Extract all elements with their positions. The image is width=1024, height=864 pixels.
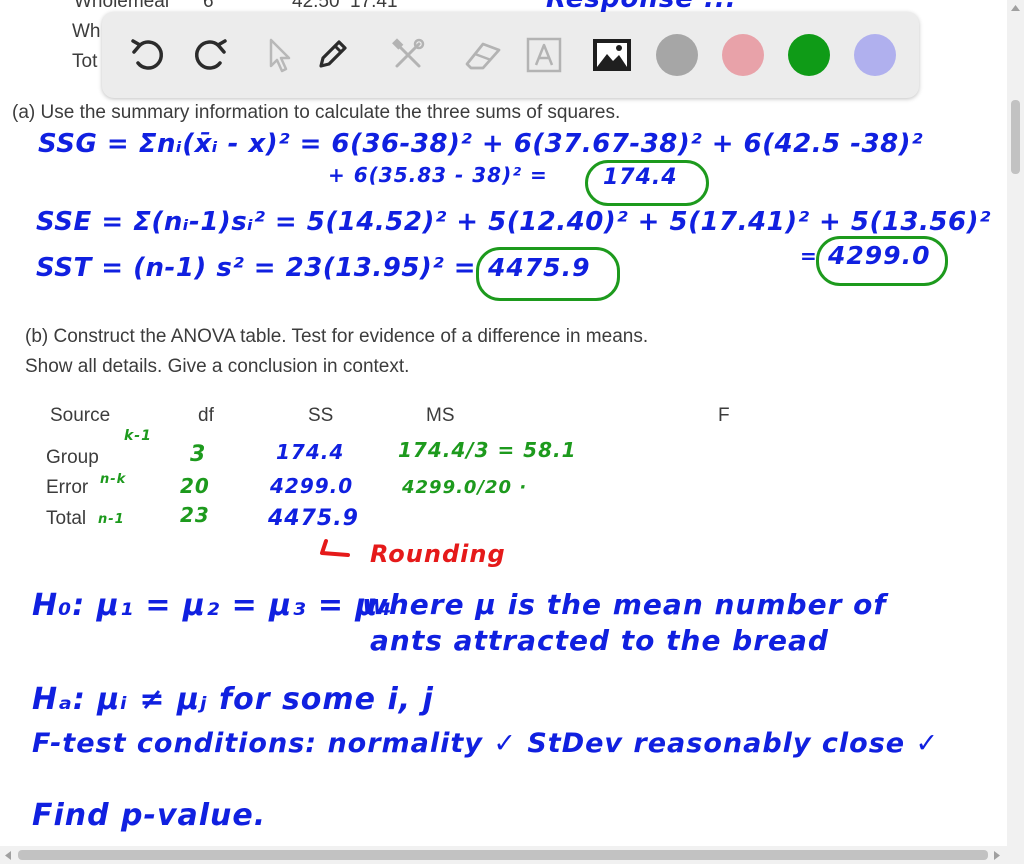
eraser-tool-button[interactable] — [460, 33, 504, 77]
redo-button[interactable] — [188, 33, 232, 77]
sse-result: 4299.0 — [828, 241, 931, 270]
drawing-toolbar — [102, 12, 919, 98]
anova-header-ss: SS — [308, 405, 334, 426]
null-hypothesis: H₀: μ₁ = μ₂ = μ₃ = μ₄ — [32, 588, 393, 623]
f-test-conditions: F-test conditions: normality ✓ StDev rea… — [32, 728, 940, 759]
anova-header-df: df — [198, 405, 214, 426]
anova-row-error-ss: 4299.0 — [270, 474, 354, 498]
pen-tool-button[interactable] — [310, 33, 354, 77]
anova-header-source: Source — [50, 405, 111, 426]
anova-header-ms: MS — [426, 405, 455, 426]
anova-row-total-ss: 4475.9 — [268, 506, 359, 531]
whiteboard-canvas[interactable]: Wholemeal 6 42.50 17.41 Wh Tot Response … — [0, 0, 1007, 846]
anova-row-group-source: Group — [46, 447, 99, 468]
anova-row-error-ms: 4299.0/20 · — [402, 477, 528, 498]
anova-row-group-ms: 174.4/3 = 58.1 — [398, 438, 577, 462]
ssg-line-1: SSG = Σnᵢ(x̄ᵢ - x)² = 6(36-38)² + 6(37.6… — [38, 129, 923, 159]
find-p-value: Find p-value. — [32, 798, 267, 833]
anova-row-total-df: 23 — [180, 503, 210, 527]
anova-row-error-df-note: n-k — [100, 472, 127, 487]
undo-button[interactable] — [126, 33, 170, 77]
anova-row-group-ss: 174.4 — [276, 440, 345, 464]
sst-result: 4475.9 — [488, 253, 591, 282]
scroll-right-arrow-icon[interactable] — [993, 850, 1002, 861]
ssg-result: 174.4 — [603, 165, 678, 190]
null-hypothesis-context-1: where μ is the mean number of — [362, 588, 887, 621]
top-table-row2-label: Wh — [72, 21, 101, 42]
part-b-prompt-line-2: Show all details. Give a conclusion in c… — [25, 356, 410, 377]
vertical-scrollbar[interactable] — [1007, 0, 1024, 846]
anova-row-group-df-note: k-1 — [124, 428, 152, 444]
sse-line: SSE = Σ(nᵢ-1)sᵢ² = 5(14.52)² + 5(12.40)²… — [36, 207, 991, 237]
anova-header-f: F — [718, 405, 730, 426]
tools-icon — [392, 38, 425, 68]
anova-row-error-source: Error — [46, 477, 89, 498]
image-tool-button[interactable] — [590, 33, 634, 77]
image-icon — [593, 39, 631, 71]
text-icon — [526, 37, 562, 73]
pointer-icon — [269, 38, 291, 73]
ssg-line-2: + 6(35.83 - 38)² = — [328, 163, 548, 187]
sst-line: SST = (n-1) s² = 23(13.95)² = — [36, 253, 477, 283]
tools-button[interactable] — [386, 33, 430, 77]
color-swatch-lavender[interactable] — [854, 34, 896, 76]
anova-row-error-df: 20 — [180, 474, 210, 498]
redo-icon — [194, 39, 227, 70]
anova-row-total-df-note: n-1 — [98, 512, 125, 527]
rounding-note: Rounding — [370, 540, 506, 568]
scroll-left-arrow-icon[interactable] — [3, 850, 12, 861]
pen-icon — [319, 40, 347, 68]
sse-prefix: = — [800, 244, 818, 268]
top-table-row3-label: Tot — [72, 51, 98, 72]
null-hypothesis-context-2: ants attracted to the bread — [370, 624, 829, 657]
text-tool-button[interactable] — [522, 33, 566, 77]
scroll-up-arrow-icon[interactable] — [1010, 3, 1021, 12]
color-swatch-gray[interactable] — [656, 34, 698, 76]
eraser-icon — [465, 42, 501, 70]
pointer-tool-button[interactable] — [256, 33, 300, 77]
anova-row-total-source: Total — [46, 508, 87, 529]
undo-icon — [131, 39, 164, 70]
color-swatch-green[interactable] — [788, 34, 830, 76]
vertical-scrollbar-thumb[interactable] — [1011, 100, 1020, 174]
horizontal-scrollbar[interactable] — [0, 846, 1024, 864]
horizontal-scrollbar-thumb[interactable] — [18, 850, 988, 860]
color-swatch-pink[interactable] — [722, 34, 764, 76]
alt-hypothesis: Hₐ: μᵢ ≠ μⱼ for some i, j — [32, 682, 434, 717]
part-a-prompt: (a) Use the summary information to calcu… — [12, 102, 621, 123]
part-b-prompt-line-1: (b) Construct the ANOVA table. Test for … — [25, 326, 649, 347]
anova-row-group-df: 3 — [190, 442, 207, 467]
rounding-arrow-icon — [320, 539, 350, 557]
